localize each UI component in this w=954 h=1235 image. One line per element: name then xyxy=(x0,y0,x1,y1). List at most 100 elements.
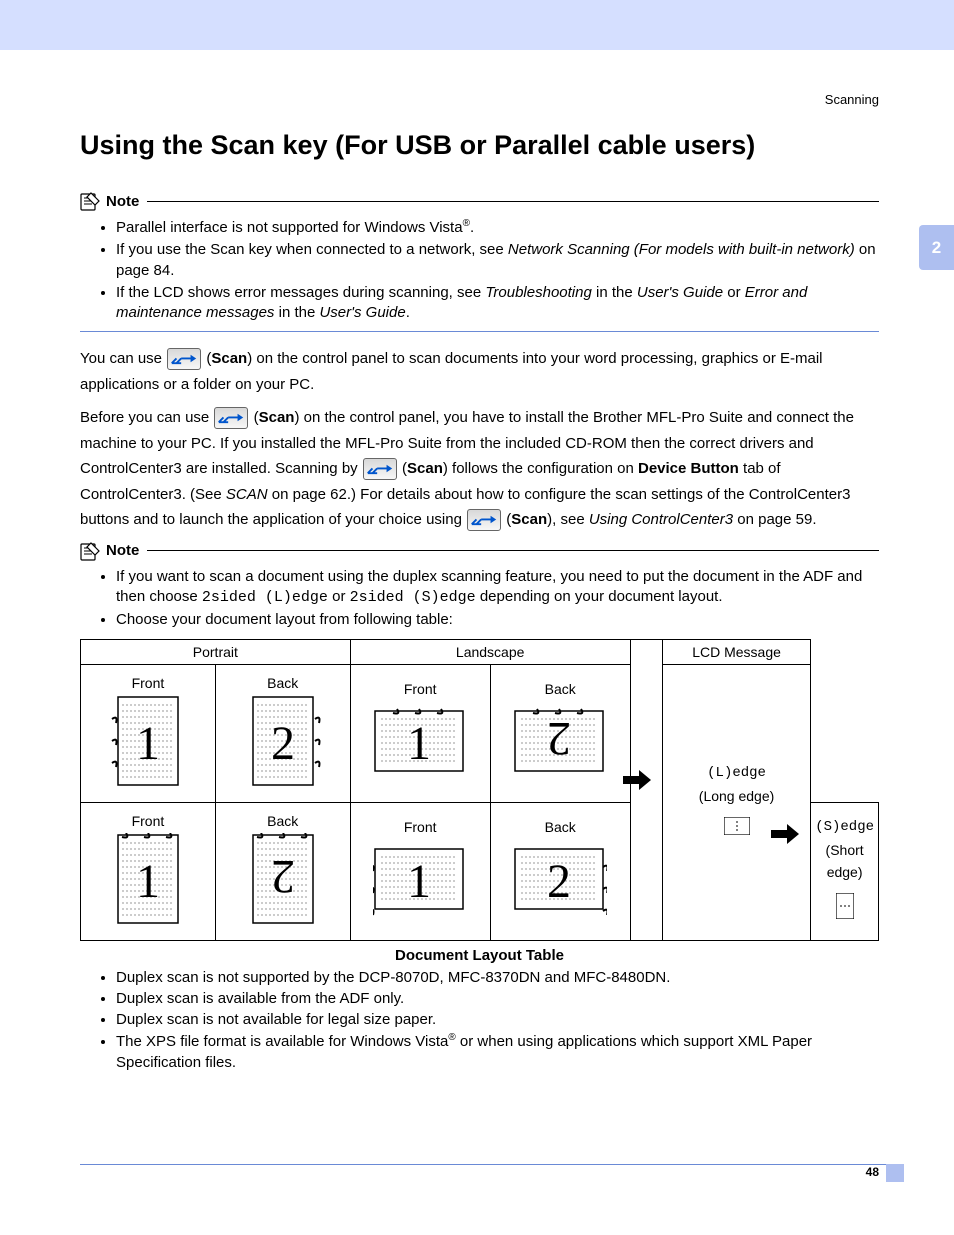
chapter-tab: 2 xyxy=(919,225,954,270)
layout-table: Portrait Landscape LCD Message Front 1 B… xyxy=(80,639,879,941)
lcd-code: (S)edge xyxy=(815,816,874,838)
page-illustration: 1 xyxy=(373,839,467,924)
page-illustration: 1 xyxy=(110,833,186,930)
cell: Back 2 xyxy=(490,664,630,802)
cell: Front 1 xyxy=(81,664,216,802)
page-number: 48 xyxy=(866,1165,879,1179)
link-ref[interactable]: SCAN xyxy=(226,486,268,503)
list-item: Duplex scan is not supported by the DCP-… xyxy=(116,968,879,988)
rule xyxy=(147,550,879,551)
svg-text:2: 2 xyxy=(547,855,571,908)
text: in the xyxy=(274,304,319,321)
text: Before you can use xyxy=(80,409,213,426)
em: User's Guide xyxy=(319,304,405,321)
page-title: Using the Scan key (For USB or Parallel … xyxy=(80,130,879,161)
binding-short-icon xyxy=(836,893,854,919)
svg-text:2: 2 xyxy=(547,712,571,765)
front-label: Front xyxy=(85,813,211,829)
cell: Front 1 xyxy=(81,802,216,940)
text: on page 59. xyxy=(733,511,816,528)
list-item: The XPS file format is available for Win… xyxy=(116,1031,879,1073)
header-chapter: Scanning xyxy=(825,92,879,107)
scan-label: Scan xyxy=(407,460,443,477)
text: in the xyxy=(592,284,637,301)
page-illustration: 2 xyxy=(245,695,321,792)
cell: Front 1 xyxy=(350,664,490,802)
page-illustration: 2 xyxy=(513,839,607,924)
em: User's Guide xyxy=(637,284,723,301)
svg-text:2: 2 xyxy=(271,850,295,903)
text: You can use xyxy=(80,350,166,367)
em: Troubleshooting xyxy=(485,284,591,301)
cell: Front 1 xyxy=(350,802,490,940)
svg-text:2: 2 xyxy=(271,717,295,770)
arrow-right-icon xyxy=(771,824,799,844)
page-illustration: 1 xyxy=(373,701,467,786)
cell: Back 2 xyxy=(215,664,350,802)
link-ref[interactable]: Network Scanning (For models with built-… xyxy=(508,241,855,258)
sup: ® xyxy=(448,1032,455,1043)
note-list: Parallel interface is not supported for … xyxy=(80,217,879,323)
scan-button-icon xyxy=(363,458,397,480)
after-list: Duplex scan is not supported by the DCP-… xyxy=(80,968,879,1073)
text: . xyxy=(470,219,474,236)
binding-long-icon xyxy=(724,817,750,835)
code: 2sided (S)edge xyxy=(350,589,476,606)
text: ), see xyxy=(547,511,589,528)
note-item: If you want to scan a document using the… xyxy=(116,567,879,609)
lcd-code: (L)edge xyxy=(667,762,806,784)
text: The XPS file format is available for Win… xyxy=(116,1033,448,1050)
text: or xyxy=(328,588,350,605)
svg-text:1: 1 xyxy=(136,717,160,770)
lcd-sub: (Short edge) xyxy=(815,839,874,884)
body-para: Before you can use (Scan) on the control… xyxy=(80,405,879,533)
lcd-sub: (Long edge) xyxy=(667,785,806,807)
text: If you use the Scan key when connected t… xyxy=(116,241,508,258)
note-item: If the LCD shows error messages during s… xyxy=(116,283,879,324)
page-illustration: 2 xyxy=(513,701,607,786)
front-label: Front xyxy=(85,675,211,691)
th-lcd: LCD Message xyxy=(662,639,810,664)
text: Parallel interface is not supported for … xyxy=(116,219,463,236)
note-label: Note xyxy=(106,193,139,210)
page-illustration: 2 xyxy=(245,833,321,930)
corner-square xyxy=(886,1164,904,1182)
scan-button-icon xyxy=(167,348,201,370)
th-portrait: Portrait xyxy=(81,639,351,664)
list-item: Duplex scan is not available for legal s… xyxy=(116,1010,879,1030)
rule-blue xyxy=(80,1164,898,1165)
rule-blue xyxy=(80,331,879,332)
link-ref[interactable]: Using ControlCenter3 xyxy=(589,511,733,528)
back-label: Back xyxy=(220,675,346,691)
note-list: If you want to scan a document using the… xyxy=(80,567,879,631)
scan-label: Scan xyxy=(511,511,547,528)
front-label: Front xyxy=(355,681,486,697)
strong: Device Button xyxy=(638,460,739,477)
note-label: Note xyxy=(106,542,139,559)
note-item: Parallel interface is not supported for … xyxy=(116,217,879,238)
scan-label: Scan xyxy=(211,350,247,367)
cell: Back 2 xyxy=(490,802,630,940)
page-illustration: 1 xyxy=(110,695,186,792)
back-label: Back xyxy=(220,813,346,829)
text: . xyxy=(406,304,410,321)
scan-label: Scan xyxy=(259,409,295,426)
scan-button-icon xyxy=(467,509,501,531)
note-item: If you use the Scan key when connected t… xyxy=(116,240,879,281)
sup: ® xyxy=(463,218,470,229)
arrow-right-icon xyxy=(623,770,651,790)
svg-text:1: 1 xyxy=(407,717,431,770)
lcd-cell: (L)edge (Long edge) xyxy=(662,664,810,940)
back-label: Back xyxy=(495,819,626,835)
text: depending on your document layout. xyxy=(476,588,723,605)
text: ) follows the configuration on xyxy=(443,460,638,477)
list-item: Duplex scan is available from the ADF on… xyxy=(116,989,879,1009)
note-item: Choose your document layout from followi… xyxy=(116,610,879,630)
svg-text:1: 1 xyxy=(136,855,160,908)
note-icon xyxy=(80,541,100,561)
body-para: You can use (Scan) on the control panel … xyxy=(80,346,879,397)
front-label: Front xyxy=(355,819,486,835)
code: 2sided (L)edge xyxy=(202,589,328,606)
th-landscape: Landscape xyxy=(350,639,630,664)
top-band xyxy=(0,0,954,50)
